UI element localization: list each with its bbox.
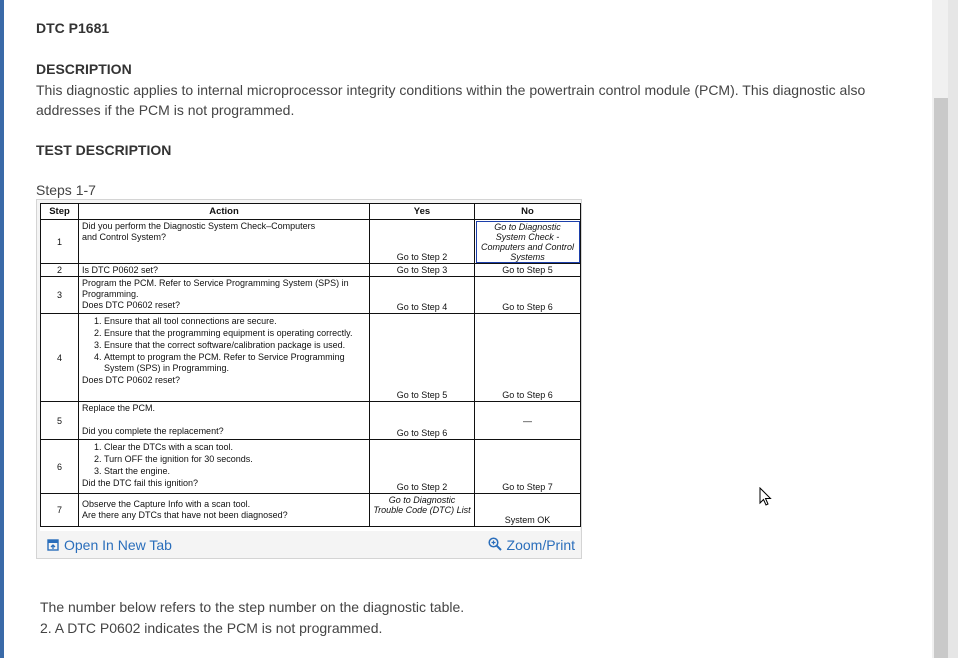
open-in-new-tab-link[interactable]: Open In New Tab [47,537,172,553]
no-cell: Go to Step 6 [474,276,581,314]
header-yes: Yes [369,203,475,220]
yes-cell: Go to Step 5 [369,313,475,402]
yes-cell: Go to Step 4 [369,276,475,314]
list-item: Start the engine. [104,466,366,477]
list-item: Ensure that the programming equipment is… [104,328,366,339]
action-question: Did the DTC fail this ignition? [82,478,199,488]
list-item: Attempt to program the PCM. Refer to Ser… [104,352,366,374]
diagnostic-table: Step Action Yes No 1 Did you perform the… [40,203,581,527]
action-text: and Control System? [82,232,167,242]
no-cell: Go to Diagnostic System Check - Computer… [474,219,581,264]
no-cell: Go to Step 5 [474,263,581,277]
step-number: 7 [40,493,79,527]
action-cell: Program the PCM. Refer to Service Progra… [78,276,370,314]
step-number: 4 [40,313,79,402]
step-number: 3 [40,276,79,314]
table-row: 3 Program the PCM. Refer to Service Prog… [40,276,581,314]
step-number: 2 [40,263,79,277]
action-cell: Did you perform the Diagnostic System Ch… [78,219,370,264]
diagnostic-table-figure: Step Action Yes No 1 Did you perform the… [36,199,582,559]
action-list: Clear the DTCs with a scan tool. Turn OF… [82,442,366,477]
left-accent-rail [0,0,4,658]
no-cell: Go to Step 6 [474,313,581,402]
action-text: Is DTC P0602 set? [78,263,370,277]
figure-footer: Open In New Tab Zoom/Print [37,533,581,558]
table-row: 6 Clear the DTCs with a scan tool. Turn … [40,439,581,494]
yes-cell: Go to Diagnostic Trouble Code (DTC) List [369,493,475,527]
table-row: 2 Is DTC P0602 set? Go to Step 3 Go to S… [40,263,581,277]
action-text: Does DTC P0602 reset? [82,300,181,310]
header-no: No [474,203,581,220]
mouse-cursor-icon [759,487,772,506]
header-step: Step [40,203,79,220]
action-cell: Clear the DTCs with a scan tool. Turn OF… [78,439,370,494]
table-row: 4 Ensure that all tool connections are s… [40,313,581,402]
action-cell: Replace the PCM. Did you complete the re… [78,401,370,440]
action-cell: Observe the Capture Info with a scan too… [78,493,370,527]
step-number: 6 [40,439,79,494]
header-action: Action [78,203,370,220]
dtc-title: DTC P1681 [36,20,110,36]
table-row: 7 Observe the Capture Info with a scan t… [40,493,581,527]
yes-cell: Go to Step 3 [369,263,475,277]
zoom-print-link[interactable]: Zoom/Print [487,537,575,553]
description-heading: DESCRIPTION [36,61,132,77]
scrollbar-thumb[interactable] [934,98,948,658]
action-question: Does DTC P0602 reset? [82,375,181,385]
description-text: This diagnostic applies to internal micr… [36,82,866,118]
action-text: Did you complete the replacement? [82,426,224,436]
table-row: 1 Did you perform the Diagnostic System … [40,219,581,264]
action-text: Program the PCM. Refer to Service Progra… [82,278,349,299]
list-item: Turn OFF the ignition for 30 seconds. [104,454,366,465]
zoom-print-label: Zoom/Print [506,537,575,553]
open-new-tab-icon [47,539,59,551]
no-cell: — [474,401,581,440]
action-cell: Ensure that all tool connections are sec… [78,313,370,402]
steps-label: Steps 1-7 [36,182,96,198]
yes-cell: Go to Step 2 [369,219,475,264]
no-cell: System OK [474,493,581,527]
action-list: Ensure that all tool connections are sec… [82,316,366,374]
open-in-new-tab-label: Open In New Tab [64,537,172,553]
action-text: Are there any DTCs that have not been di… [82,510,288,520]
step-number: 5 [40,401,79,440]
window-edge [948,0,958,658]
no-cell: Go to Step 7 [474,439,581,494]
list-item: Ensure that the correct software/calibra… [104,340,366,351]
yes-cell: Go to Step 2 [369,439,475,494]
table-row: 5 Replace the PCM. Did you complete the … [40,401,581,440]
list-item: Ensure that all tool connections are sec… [104,316,366,327]
test-description-heading: TEST DESCRIPTION [36,142,172,158]
action-text: Observe the Capture Info with a scan too… [82,499,251,509]
yes-cell: Go to Step 6 [369,401,475,440]
action-text: Did you perform the Diagnostic System Ch… [82,221,316,231]
note-item-2: 2. A DTC P0602 indicates the PCM is not … [40,620,383,636]
action-text: Replace the PCM. [82,403,156,413]
step-number: 1 [40,219,79,264]
diagnostic-table-image[interactable]: Step Action Yes No 1 Did you perform the… [40,203,581,531]
list-item: Clear the DTCs with a scan tool. [104,442,366,453]
magnifier-icon [487,537,502,551]
note-intro: The number below refers to the step numb… [40,599,465,615]
